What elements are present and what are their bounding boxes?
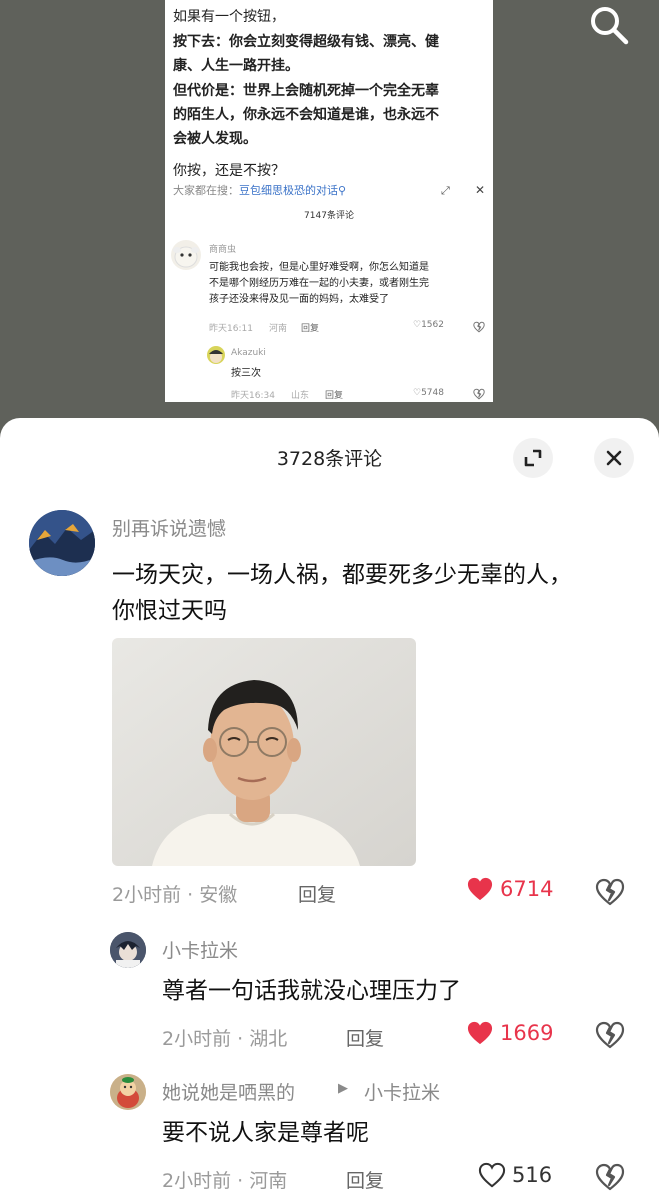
like-count: 516 <box>512 1163 553 1187</box>
reply-label: 回复 <box>325 391 344 401</box>
commenter-name: 商商虫 <box>209 245 237 255</box>
comment-text-line: 孩子还没来得及见一面的妈妈，太难受了 <box>209 294 389 305</box>
comment-text-line: 你恨过天吗 <box>112 598 227 624</box>
comment-text-line: 不是哪个刚经历万难在一起的小夫妻，或者刚生完 <box>209 278 429 289</box>
like-count: ♡5748 <box>413 388 444 398</box>
avatar <box>171 240 201 270</box>
question-line: 如果有一个按钮， <box>173 9 285 25</box>
search-hint-link: 豆包细思极恐的对话 <box>239 184 338 197</box>
expand-icon <box>524 449 542 467</box>
comment-count: 7147条评论 <box>304 211 354 221</box>
like-count: 6714 <box>500 877 554 901</box>
comment-time-location: 2小时前 · 河南 <box>162 1170 288 1192</box>
question-line: 但代价是：世界上会随机死掉一个完全无辜 <box>173 83 439 99</box>
search-hint: 大家都在搜：豆包细思极恐的对话⚲ <box>173 182 346 198</box>
expand-icon: ⤢ <box>441 184 450 197</box>
comment-text-line: 可能我也会按，但是心里好难受啊，你怎么知道是 <box>209 262 429 273</box>
comment-location: 河南 <box>269 324 288 334</box>
question-line: 会被人发现。 <box>173 131 257 147</box>
comment-time-location: 2小时前 · 安徽 <box>112 884 238 906</box>
like-button[interactable]: 516 <box>478 1162 552 1188</box>
comment-text-line: 按三次 <box>231 368 261 379</box>
comment-location: 山东 <box>291 391 310 401</box>
comment-time: 昨天16:11 <box>209 324 253 334</box>
commenter-name: Akazuki <box>231 348 266 358</box>
reply-label: 回复 <box>301 324 320 334</box>
heart-icon <box>467 877 493 901</box>
like-button[interactable]: 6714 <box>466 876 553 902</box>
username[interactable]: 她说她是哂黑的 <box>162 1078 295 1105</box>
search-icon <box>591 7 629 45</box>
search-hint-prefix: 大家都在搜： <box>173 184 239 197</box>
question-line: 按下去：你会立刻变得超级有钱、漂亮、健 <box>173 34 439 50</box>
question-ask: 你按，还是不按？ <box>173 163 285 179</box>
avatar[interactable] <box>110 932 146 968</box>
broken-heart-icon[interactable] <box>595 1021 625 1049</box>
like-count: ♡1562 <box>413 320 444 330</box>
broken-heart-icon[interactable] <box>595 1163 625 1191</box>
comment-count-title: 3728条评论 <box>276 448 383 470</box>
comment-text-line: 要不说人家是尊者呢 <box>162 1120 369 1146</box>
reply-button[interactable]: 回复 <box>346 1166 384 1193</box>
like-number: 1562 <box>421 320 444 330</box>
avatar[interactable] <box>110 1074 146 1110</box>
username[interactable]: 别再诉说遗憾 <box>112 514 226 541</box>
like-count: 1669 <box>500 1021 554 1045</box>
reply-to-username[interactable]: 小卡拉米 <box>364 1078 440 1105</box>
heart-icon <box>467 1021 493 1045</box>
reply-button[interactable]: 回复 <box>346 1024 384 1051</box>
reply-button[interactable]: 回复 <box>298 880 336 907</box>
search-button[interactable] <box>586 2 632 48</box>
close-icon: ✕ <box>475 183 486 197</box>
heart-icon: ♡ <box>413 320 422 330</box>
broken-heart-icon[interactable] <box>595 878 625 906</box>
broken-heart-icon <box>473 321 485 333</box>
close-icon <box>606 450 622 466</box>
comment-text-line: 一场天灾，一场人祸，都要死多少无辜的人， <box>112 562 572 588</box>
question-line: 的陌生人，你永远不会知道是谁，也永远不 <box>173 107 439 123</box>
username[interactable]: 小卡拉米 <box>162 936 238 963</box>
heart-icon: ♡ <box>413 388 422 398</box>
like-button[interactable]: 1669 <box>466 1020 553 1046</box>
close-button[interactable] <box>594 438 634 478</box>
comment-time-location: 2小时前 · 湖北 <box>162 1028 288 1050</box>
search-small-icon: ⚲ <box>338 184 347 197</box>
comment-image[interactable] <box>112 638 416 866</box>
heart-icon <box>478 1162 506 1188</box>
comment-text-line: 尊者一句话我就没心理压力了 <box>162 978 461 1004</box>
broken-heart-icon <box>473 388 485 400</box>
expand-button[interactable] <box>513 438 553 478</box>
comment-time: 昨天16:34 <box>231 391 275 401</box>
reply-arrow-icon: ▶ <box>338 1081 348 1096</box>
embedded-screenshot: 如果有一个按钮， 按下去：你会立刻变得超级有钱、漂亮、健 康、人生一路开挂。 但… <box>165 0 493 402</box>
like-number: 5748 <box>421 388 444 398</box>
avatar[interactable] <box>29 510 95 576</box>
avatar <box>207 346 225 364</box>
question-line: 康、人生一路开挂。 <box>173 58 299 74</box>
comment-sheet: 3728条评论 别再诉说遗憾 一场天灾，一场人祸，都要死多少无辜的人， 你恨过天… <box>0 418 659 1200</box>
